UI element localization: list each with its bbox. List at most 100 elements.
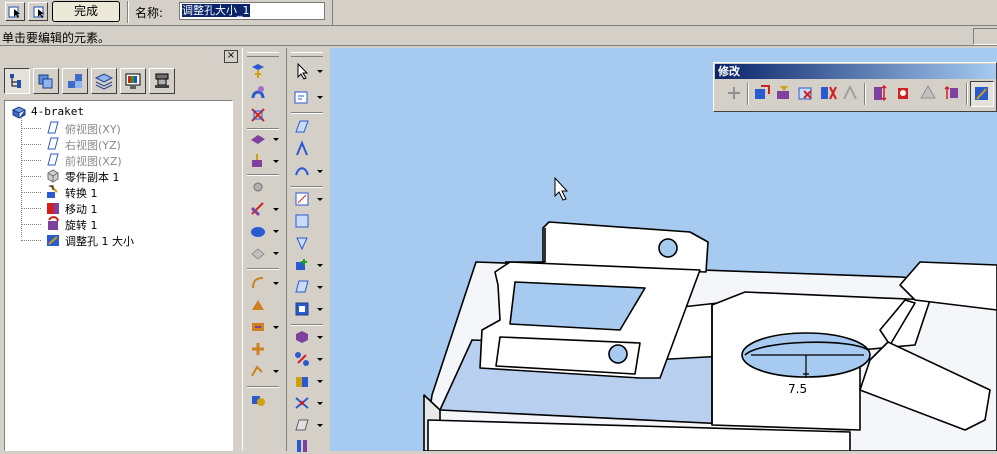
tree-item-label: 调整孔 1 大小 xyxy=(65,235,134,248)
direct-edit-button[interactable] xyxy=(970,81,994,107)
feature-icon-6[interactable] xyxy=(249,178,267,196)
sketch-tool-icon[interactable] xyxy=(293,190,311,208)
toolbar-separator xyxy=(247,174,279,176)
toolbar-grip[interactable] xyxy=(291,52,323,57)
dropdown-arrow[interactable] xyxy=(273,252,279,255)
solid-tool-icon-5[interactable] xyxy=(293,416,311,434)
select-tool-icon[interactable] xyxy=(293,62,311,80)
sketch-tool-icon-3[interactable] xyxy=(293,234,311,252)
feature-tree[interactable]: 4-braket 俯视图(XY) 右视图(YZ) 前视图(XZ) 零件副本 1 转换 1… xyxy=(4,100,233,451)
machine-icon xyxy=(155,73,169,88)
solid-tool-icon-4[interactable] xyxy=(293,394,311,412)
solid-tool-icon-6[interactable] xyxy=(293,436,311,454)
assembly-icon xyxy=(68,74,82,88)
dropdown-arrow[interactable] xyxy=(317,264,323,267)
dropdown-arrow[interactable] xyxy=(273,208,279,211)
resize-round-icon[interactable] xyxy=(894,83,914,103)
plane-tool-icon-3[interactable] xyxy=(293,162,311,180)
delete-face-icon[interactable] xyxy=(796,83,816,103)
done-button[interactable]: 完成 xyxy=(52,1,120,22)
rotate-icon xyxy=(48,216,59,230)
feature-icon-9[interactable] xyxy=(249,244,267,262)
solid-tool-icon-3[interactable] xyxy=(293,372,311,390)
sketch-tool-icon-5[interactable] xyxy=(293,278,311,296)
dropdown-arrow[interactable] xyxy=(273,138,279,141)
offset-icon[interactable] xyxy=(752,83,772,103)
feature-icon-14[interactable] xyxy=(249,362,267,380)
tab-feature-tree[interactable] xyxy=(4,68,30,94)
toolbar-separator xyxy=(747,83,749,105)
plane-tool-icon[interactable] xyxy=(293,118,311,136)
solid-tool-icon[interactable] xyxy=(293,328,311,346)
dropdown-arrow[interactable] xyxy=(317,424,323,427)
sketch-tool-icon-6[interactable] xyxy=(293,300,311,318)
feature-icon-4[interactable] xyxy=(249,130,267,148)
feature-icon-5[interactable] xyxy=(249,152,267,170)
tree-connector xyxy=(21,128,41,129)
feature-icon-8[interactable] xyxy=(249,222,267,240)
toolbar-separator xyxy=(966,83,968,105)
extend-icon[interactable] xyxy=(774,83,794,103)
sketch-tool-icon-2[interactable] xyxy=(293,212,311,230)
feature-icon-2[interactable] xyxy=(249,84,267,102)
feature-icon-11[interactable] xyxy=(249,296,267,314)
select-next-button[interactable] xyxy=(28,2,48,21)
dropdown-arrow[interactable] xyxy=(317,198,323,201)
dropdown-arrow[interactable] xyxy=(317,96,323,99)
resize-hole-icon[interactable] xyxy=(870,83,890,103)
dropdown-arrow[interactable] xyxy=(273,326,279,329)
toolbar-separator xyxy=(127,1,129,23)
dropdown-arrow[interactable] xyxy=(273,370,279,373)
feature-icon-7[interactable] xyxy=(249,200,267,218)
tab-display[interactable] xyxy=(120,68,146,94)
toolbar-separator xyxy=(291,112,323,114)
dropdown-arrow[interactable] xyxy=(317,70,323,73)
tree-item-label: 前视图(XZ) xyxy=(65,155,122,168)
solid-tool-icon-2[interactable] xyxy=(293,350,311,368)
tab-parts[interactable] xyxy=(33,68,59,94)
feature-icon-12[interactable] xyxy=(249,318,267,336)
toolbar-grip[interactable] xyxy=(247,52,279,57)
tree-connector xyxy=(21,160,41,161)
feature-icon-1[interactable] xyxy=(249,62,267,80)
part-copy-icon xyxy=(47,169,59,183)
tab-assembly[interactable] xyxy=(62,68,88,94)
dropdown-arrow[interactable] xyxy=(317,170,323,173)
dropdown-arrow[interactable] xyxy=(273,282,279,285)
toolbar-separator xyxy=(332,0,333,25)
name-label: 名称: xyxy=(135,6,164,20)
toolbar-separator xyxy=(864,83,866,105)
dropdown-arrow[interactable] xyxy=(317,402,323,405)
dropdown-arrow[interactable] xyxy=(317,308,323,311)
select-previous-button[interactable] xyxy=(5,2,25,21)
panel-close-button[interactable]: × xyxy=(224,50,238,63)
rotate-face-icon[interactable] xyxy=(918,83,938,103)
feature-icon-10[interactable] xyxy=(249,274,267,292)
name-field[interactable]: 调整孔大小_1 xyxy=(179,2,325,20)
display-icon xyxy=(125,73,141,89)
feature-icon-13[interactable] xyxy=(249,340,267,358)
layers-icon xyxy=(95,73,113,90)
tree-item-label: 转换 1 xyxy=(65,187,98,200)
dropdown-arrow[interactable] xyxy=(317,286,323,289)
move-face-icon[interactable] xyxy=(724,83,744,103)
modify-toolbar-title[interactable]: 修改 xyxy=(715,64,996,79)
feature-icon-3[interactable] xyxy=(249,106,267,124)
tab-layers[interactable] xyxy=(91,68,117,94)
dropdown-arrow[interactable] xyxy=(273,160,279,163)
dropdown-arrow[interactable] xyxy=(317,336,323,339)
replace-face-icon[interactable] xyxy=(818,83,838,103)
dropdown-arrow[interactable] xyxy=(273,230,279,233)
feature-icon-15[interactable] xyxy=(249,390,267,408)
tab-machine[interactable] xyxy=(149,68,175,94)
dropdown-arrow[interactable] xyxy=(317,380,323,383)
tree-item-label: 俯视图(XY) xyxy=(65,123,121,136)
dimension-label[interactable]: 7.5 xyxy=(788,382,807,396)
split-icon[interactable] xyxy=(840,83,860,103)
direct-edit-icon xyxy=(975,87,988,100)
dropdown-arrow[interactable] xyxy=(317,358,323,361)
plane-tool-icon-2[interactable] xyxy=(293,140,311,158)
sketch-tool-icon-4[interactable] xyxy=(293,256,311,274)
view-tool-icon[interactable] xyxy=(293,88,311,106)
align-icon[interactable] xyxy=(942,83,962,103)
